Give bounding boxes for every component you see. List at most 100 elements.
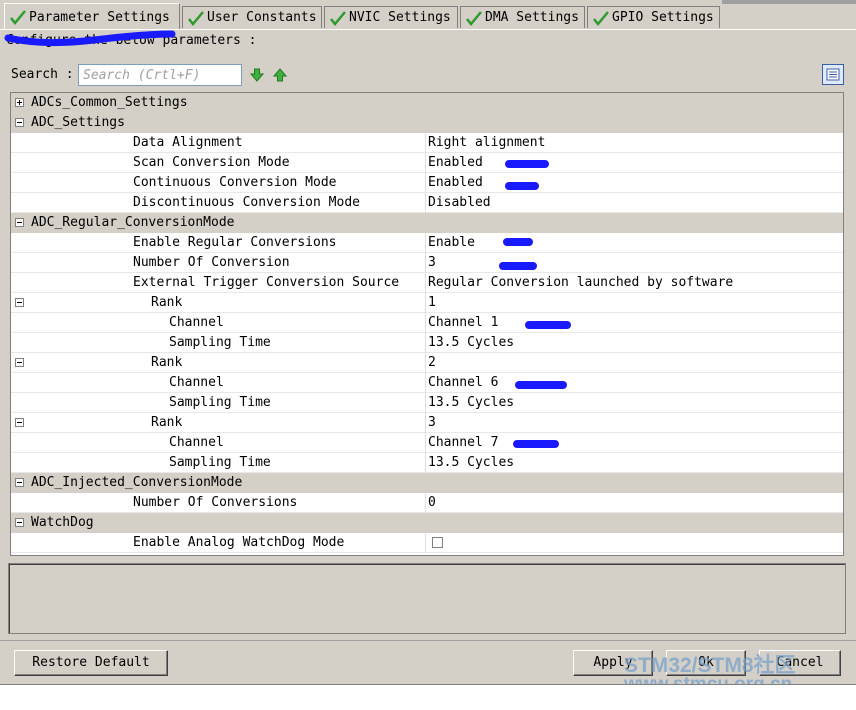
tab-label: GPIO Settings [612,10,714,25]
restore-default-button[interactable]: Restore Default [14,650,168,676]
param-row-rank-1-sampling[interactable]: Sampling Time 13.5 Cycles [11,333,843,353]
check-icon [466,10,482,26]
collapse-minus-icon[interactable] [15,358,24,367]
param-name: Discontinuous Conversion Mode [133,195,360,210]
param-value[interactable]: 2 [428,355,436,370]
param-row-data-alignment[interactable]: Data Alignment Right alignment [11,133,843,153]
param-name: Scan Conversion Mode [133,155,290,170]
column-divider [425,373,426,393]
expand-plus-icon[interactable] [15,98,24,107]
param-value[interactable]: 13.5 Cycles [428,335,514,350]
column-divider [425,413,426,433]
collapse-minus-icon[interactable] [15,478,24,487]
param-row-scan-mode[interactable]: Scan Conversion Mode Enabled [11,153,843,173]
param-row-external-trigger[interactable]: External Trigger Conversion Source Regul… [11,273,843,293]
tab-dma-settings[interactable]: DMA Settings [460,6,585,28]
check-icon [593,10,609,26]
redaction-scribble [503,238,533,246]
param-name: Enable Regular Conversions [133,235,337,250]
group-label: ADCs_Common_Settings [31,95,188,110]
column-divider [425,453,426,473]
param-value[interactable]: 13.5 Cycles [428,395,514,410]
param-value[interactable]: Channel 7 [428,435,498,450]
group-row-regular-conversion[interactable]: ADC_Regular_ConversionMode [11,213,843,233]
param-value[interactable]: Enable [428,235,475,250]
column-divider [425,133,426,153]
group-row-adc-settings[interactable]: ADC_Settings [11,113,843,133]
param-value[interactable]: 13.5 Cycles [428,455,514,470]
param-row-rank-3[interactable]: Rank 3 [11,413,843,433]
collapse-minus-icon[interactable] [15,418,24,427]
search-label: Search : [11,67,74,82]
param-value[interactable]: Enabled [428,155,483,170]
param-row-analog-watchdog[interactable]: Enable Analog WatchDog Mode [11,533,843,553]
param-row-rank-3-channel[interactable]: Channel Channel 7 [11,433,843,453]
ok-button[interactable]: Ok [666,650,746,676]
redaction-scribble [505,182,539,190]
arrow-up-icon[interactable] [272,67,288,83]
check-icon [188,10,204,26]
list-view-icon [826,68,840,81]
collapse-minus-icon[interactable] [15,118,24,127]
param-row-rank-2-sampling[interactable]: Sampling Time 13.5 Cycles [11,393,843,413]
column-divider [425,173,426,193]
param-name: Sampling Time [169,455,271,470]
arrow-down-icon[interactable] [249,67,265,83]
param-value[interactable]: 0 [428,495,436,510]
group-row-injected-conversion[interactable]: ADC_Injected_ConversionMode [11,473,843,493]
collapse-minus-icon[interactable] [15,298,24,307]
group-label: WatchDog [31,515,94,530]
tab-user-constants[interactable]: User Constants [182,6,322,28]
group-row-watchdog[interactable]: WatchDog [11,513,843,533]
param-name: External Trigger Conversion Source [133,275,400,290]
param-row-rank-2-channel[interactable]: Channel Channel 6 [11,373,843,393]
collapse-minus-icon[interactable] [15,218,24,227]
collapse-minus-icon[interactable] [15,518,24,527]
tab-label: NVIC Settings [349,10,451,25]
parameter-table: ADCs_Common_Settings ADC_Settings Data A… [10,92,844,556]
apply-button[interactable]: Apply [573,650,653,676]
param-value[interactable]: Enabled [428,175,483,190]
column-divider [425,233,426,253]
param-row-enable-regular[interactable]: Enable Regular Conversions Enable [11,233,843,253]
search-input[interactable] [78,64,242,86]
param-value[interactable]: Right alignment [428,135,545,150]
param-row-continuous-mode[interactable]: Continuous Conversion Mode Enabled [11,173,843,193]
column-divider [425,333,426,353]
param-row-rank-3-sampling[interactable]: Sampling Time 13.5 Cycles [11,453,843,473]
param-row-injected-conversions[interactable]: Number Of Conversions 0 [11,493,843,513]
param-row-number-of-conversion[interactable]: Number Of Conversion 3 [11,253,843,273]
param-name: Enable Analog WatchDog Mode [133,535,345,550]
param-value[interactable]: Channel 6 [428,375,498,390]
param-value[interactable]: Channel 1 [428,315,498,330]
param-row-discontinuous-mode[interactable]: Discontinuous Conversion Mode Disabled [11,193,843,213]
param-value[interactable]: Regular Conversion launched by software [428,275,733,290]
group-row-adcs-common[interactable]: ADCs_Common_Settings [11,93,843,113]
param-row-rank-1[interactable]: Rank 1 [11,293,843,313]
list-view-button[interactable] [822,64,844,85]
tab-label: DMA Settings [485,10,579,25]
param-row-rank-2[interactable]: Rank 2 [11,353,843,373]
analog-watchdog-checkbox[interactable] [432,537,443,548]
description-panel [8,563,846,634]
param-value[interactable]: 3 [428,255,436,270]
column-divider [425,533,426,553]
column-divider [425,433,426,453]
param-value[interactable]: 1 [428,295,436,310]
column-divider [425,313,426,333]
tab-strip-background [722,0,856,4]
param-name: Number Of Conversions [133,495,298,510]
param-value[interactable]: 3 [428,415,436,430]
column-divider [425,493,426,513]
column-divider [425,353,426,373]
param-value[interactable]: Disabled [428,195,491,210]
redaction-scribble [525,321,571,329]
background-area [0,685,856,710]
param-row-rank-1-channel[interactable]: Channel Channel 1 [11,313,843,333]
tab-nvic-settings[interactable]: NVIC Settings [324,6,458,28]
cancel-button[interactable]: Cancel [759,650,841,676]
group-label: ADC_Injected_ConversionMode [31,475,243,490]
column-divider [425,253,426,273]
tab-gpio-settings[interactable]: GPIO Settings [587,6,720,28]
param-name: Data Alignment [133,135,243,150]
